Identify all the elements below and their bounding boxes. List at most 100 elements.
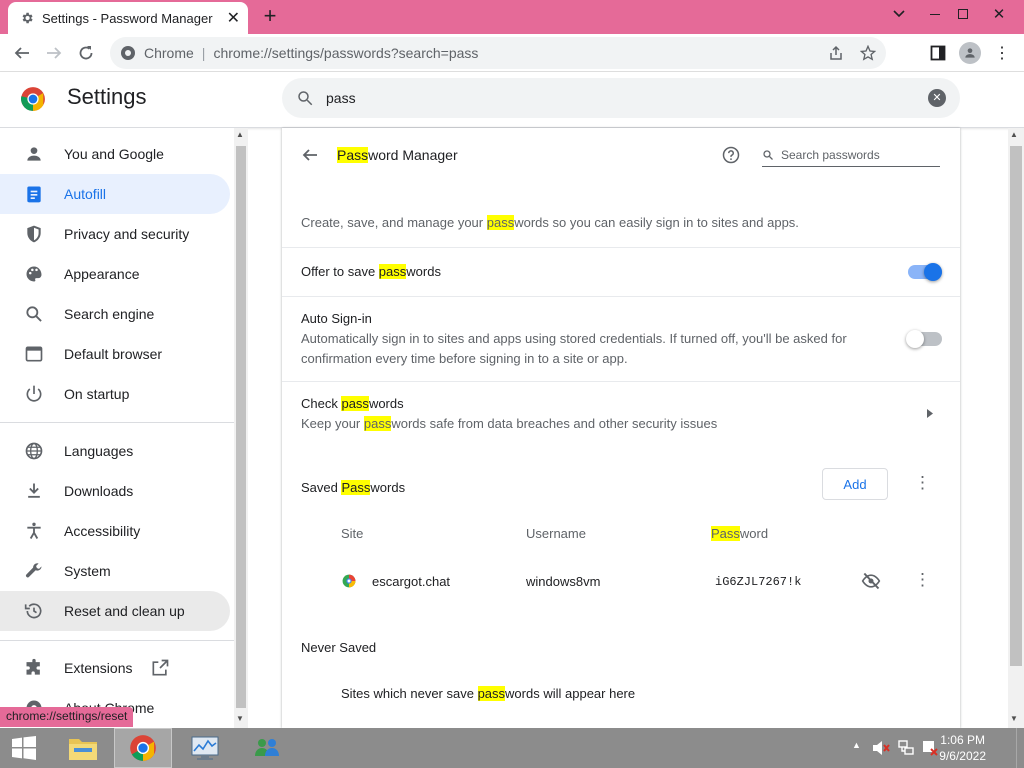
sidebar-item-label: On startup	[64, 386, 130, 402]
auto-signin-toggle[interactable]	[906, 330, 942, 348]
tab-close-icon[interactable]: ✕	[227, 8, 240, 28]
new-tab-button[interactable]: +	[258, 4, 282, 30]
back-button[interactable]	[6, 34, 38, 72]
volume-muted-icon[interactable]	[872, 740, 890, 756]
sidebar-scrollbar-thumb[interactable]	[236, 146, 246, 708]
page-title: Settings	[67, 84, 147, 109]
browser-icon	[25, 346, 43, 362]
sidebar-item-autofill[interactable]: Autofill	[0, 174, 230, 214]
sidebar-item-label: Appearance	[64, 266, 140, 282]
saved-passwords-heading: Saved Passwords	[301, 480, 406, 495]
taskbar-network-app[interactable]	[238, 728, 296, 768]
password-manager-card: Password Manager Search passwords Create…	[282, 128, 960, 728]
sidebar-item-label: Default browser	[64, 346, 163, 362]
check-passwords-desc: Keep your passwords safe from data breac…	[301, 416, 718, 431]
reload-icon	[79, 46, 93, 60]
offer-save-toggle[interactable]	[908, 263, 942, 281]
saved-passwords-more-button[interactable]: ⋮	[914, 473, 931, 495]
toggle-knob	[906, 330, 924, 348]
entry-site[interactable]: escargot.chat	[372, 574, 450, 589]
settings-header: Settings ✕	[0, 72, 1024, 128]
taskbar-chrome[interactable]	[114, 728, 172, 768]
sidebar-item-privacy[interactable]: Privacy and security	[0, 214, 230, 254]
chevron-right-icon	[927, 409, 933, 418]
omnibox[interactable]: Chrome | chrome://settings/passwords?sea…	[110, 37, 886, 69]
settings-search-box[interactable]: ✕	[282, 78, 960, 118]
sidebar-scroll-down-arrow[interactable]: ▼	[236, 714, 244, 723]
site-favicon-icon	[342, 574, 356, 588]
auto-signin-desc-line1: Automatically sign in to sites and apps …	[301, 331, 847, 346]
forward-button[interactable]	[38, 34, 70, 72]
sidebar-item-system[interactable]: System	[0, 551, 230, 591]
help-icon[interactable]	[722, 146, 740, 164]
start-button[interactable]	[0, 728, 48, 768]
sidebar-item-reset[interactable]: Reset and clean up	[0, 591, 230, 631]
side-panel-button[interactable]	[922, 34, 954, 72]
menu-button[interactable]: ⋮	[986, 34, 1018, 72]
taskbar-file-explorer[interactable]	[54, 728, 112, 768]
toolbar: Chrome | chrome://settings/passwords?sea…	[0, 34, 1024, 72]
entry-password: iG6ZJL7267!k	[715, 575, 802, 589]
tab-title: Settings - Password Manager	[42, 10, 213, 26]
eye-off-icon[interactable]	[860, 571, 882, 591]
network-icon[interactable]	[898, 740, 914, 756]
tray-overflow-icon[interactable]: ▲	[852, 740, 861, 750]
auto-signin-desc-line2: confirmation every time before signing i…	[301, 351, 628, 366]
tab-search-button[interactable]	[882, 0, 916, 28]
sidebar-item-on-startup[interactable]: On startup	[0, 374, 230, 414]
password-search-field[interactable]: Search passwords	[762, 143, 940, 167]
action-center-alert-icon[interactable]	[922, 740, 938, 756]
sidebar-item-label: Downloads	[64, 483, 134, 499]
clear-search-button[interactable]: ✕	[928, 89, 946, 107]
row-divider	[282, 296, 960, 297]
omnibox-separator: |	[201, 45, 206, 61]
system-clock[interactable]: 1:06 PM 9/6/2022	[939, 732, 986, 764]
sidebar-item-default-browser[interactable]: Default browser	[0, 334, 230, 374]
sidebar-item-label: Languages	[64, 443, 134, 459]
profile-button[interactable]	[954, 34, 986, 72]
sidebar-item-you-and-google[interactable]: You and Google	[0, 134, 230, 174]
add-password-button[interactable]: Add	[822, 468, 888, 500]
shield-icon	[27, 225, 41, 243]
person-icon	[27, 147, 41, 161]
title-bar: Settings - Password Manager ✕ + ✕	[0, 0, 1024, 34]
column-header-username: Username	[526, 526, 586, 541]
sidebar-item-appearance[interactable]: Appearance	[0, 254, 230, 294]
folder-icon	[69, 739, 97, 760]
share-icon[interactable]	[828, 45, 844, 61]
entry-more-button[interactable]: ⋮	[914, 570, 931, 592]
star-icon[interactable]	[860, 45, 876, 61]
show-desktop-button[interactable]	[1016, 728, 1024, 768]
maximize-button[interactable]	[946, 0, 980, 28]
main-scrollbar-thumb[interactable]	[1010, 146, 1022, 666]
close-window-button[interactable]: ✕	[982, 0, 1016, 28]
table-row: escargot.chat windows8vm iG6ZJL7267!k ⋮	[282, 558, 960, 606]
search-icon	[298, 91, 313, 106]
offer-save-label: Offer to save passwords	[301, 264, 441, 279]
sidebar-item-search-engine[interactable]: Search engine	[0, 294, 230, 334]
omnibox-url[interactable]: chrome://settings/passwords?search=pass	[213, 45, 478, 61]
sidebar-item-label: Autofill	[64, 186, 107, 202]
sidebar-scroll-up-arrow[interactable]: ▲	[236, 130, 244, 139]
check-passwords-row[interactable]: Check passwords Keep your passwords safe…	[282, 382, 960, 438]
scroll-down-arrow[interactable]: ▼	[1010, 714, 1018, 723]
reload-button[interactable]	[70, 34, 102, 72]
status-url-bubble: chrome://settings/reset	[0, 707, 134, 727]
sidebar-item-languages[interactable]: Languages	[0, 431, 230, 471]
column-header-site: Site	[341, 526, 364, 541]
sidebar-item-label: System	[64, 563, 111, 579]
sidebar-item-accessibility[interactable]: Accessibility	[0, 511, 230, 551]
scroll-up-arrow[interactable]: ▲	[1010, 130, 1018, 139]
back-arrow-icon[interactable]	[302, 147, 318, 163]
settings-search-input[interactable]	[326, 90, 928, 106]
taskbar-resource-monitor[interactable]	[176, 728, 234, 768]
sidebar-item-extensions[interactable]: Extensions	[0, 648, 230, 688]
side-panel-icon	[930, 45, 946, 61]
arrow-left-icon	[14, 47, 29, 59]
browser-tab[interactable]: Settings - Password Manager ✕	[8, 2, 248, 34]
sidebar-item-downloads[interactable]: Downloads	[0, 471, 230, 511]
sidebar-divider	[0, 640, 234, 641]
sidebar-item-label: Accessibility	[64, 523, 141, 539]
entry-username: windows8vm	[526, 574, 601, 589]
palette-icon	[26, 266, 42, 282]
